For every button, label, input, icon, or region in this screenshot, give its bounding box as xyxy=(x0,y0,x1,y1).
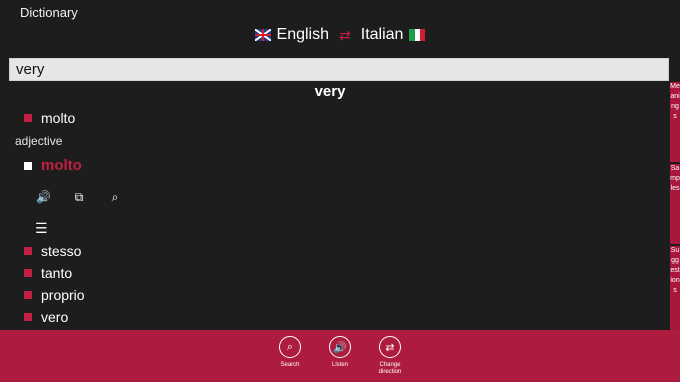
change-direction-button[interactable]: ⇄ Change direction xyxy=(370,336,410,376)
synonyms-list-icon[interactable]: ☰ xyxy=(35,220,48,237)
bullet-icon xyxy=(24,161,32,170)
italy-flag-icon xyxy=(409,29,426,41)
magnifier-icon[interactable]: ⌕ xyxy=(108,190,122,205)
speaker-icon[interactable]: 🔊 xyxy=(36,190,51,205)
uk-flag-icon xyxy=(254,29,271,41)
change-direction-label: Change direction xyxy=(378,362,402,375)
bullet-icon xyxy=(24,291,32,299)
synonym-item[interactable]: vero xyxy=(24,309,68,325)
search-button[interactable]: ⌕ Search xyxy=(270,336,310,369)
headword: very xyxy=(314,83,346,100)
bullet-icon xyxy=(24,269,32,277)
bullet-icon xyxy=(24,114,32,122)
tab-samples[interactable]: Samples xyxy=(670,164,680,244)
listen-button[interactable]: 🔊 Listen xyxy=(320,336,360,369)
source-language[interactable]: English xyxy=(277,26,329,44)
translation-text: molto xyxy=(41,110,76,126)
side-tabs: Meanings Samples Suggestions xyxy=(670,82,680,330)
synonym-item[interactable]: tanto xyxy=(24,265,72,281)
synonym-item[interactable]: proprio xyxy=(24,287,85,303)
translation-item[interactable]: molto xyxy=(24,110,75,126)
listen-button-label: Listen xyxy=(331,362,348,368)
entry-actions: 🔊 ⧉ ⌕ xyxy=(36,190,122,205)
app-bar: ⌕ Search 🔊 Listen ⇄ Change direction xyxy=(0,330,680,382)
part-of-speech-label: adjective xyxy=(15,134,63,148)
search-icon: ⌕ xyxy=(279,336,301,358)
synonym-text: vero xyxy=(41,309,69,325)
target-language[interactable]: Italian xyxy=(361,26,404,44)
tab-suggestions[interactable]: Suggestions xyxy=(670,246,680,330)
swap-arrows-icon[interactable]: ⇄ xyxy=(339,27,351,44)
synonym-item[interactable]: stesso xyxy=(24,243,81,259)
synonym-text: tanto xyxy=(41,265,73,281)
speaker-icon: 🔊 xyxy=(329,336,351,358)
language-direction-bar[interactable]: English ⇄ Italian xyxy=(0,26,680,44)
bullet-icon xyxy=(24,247,32,255)
synonym-text: proprio xyxy=(41,287,85,303)
main-translation-item[interactable]: molto xyxy=(24,157,82,174)
app-title: Dictionary xyxy=(20,5,78,20)
search-input[interactable] xyxy=(9,58,669,81)
main-translation-text: molto xyxy=(41,157,82,174)
search-button-label: Search xyxy=(280,362,300,368)
tab-meanings[interactable]: Meanings xyxy=(670,82,680,162)
synonym-text: stesso xyxy=(41,243,82,259)
copy-icon[interactable]: ⧉ xyxy=(72,190,86,205)
bullet-icon xyxy=(24,313,32,321)
swap-arrows-icon: ⇄ xyxy=(379,336,401,358)
